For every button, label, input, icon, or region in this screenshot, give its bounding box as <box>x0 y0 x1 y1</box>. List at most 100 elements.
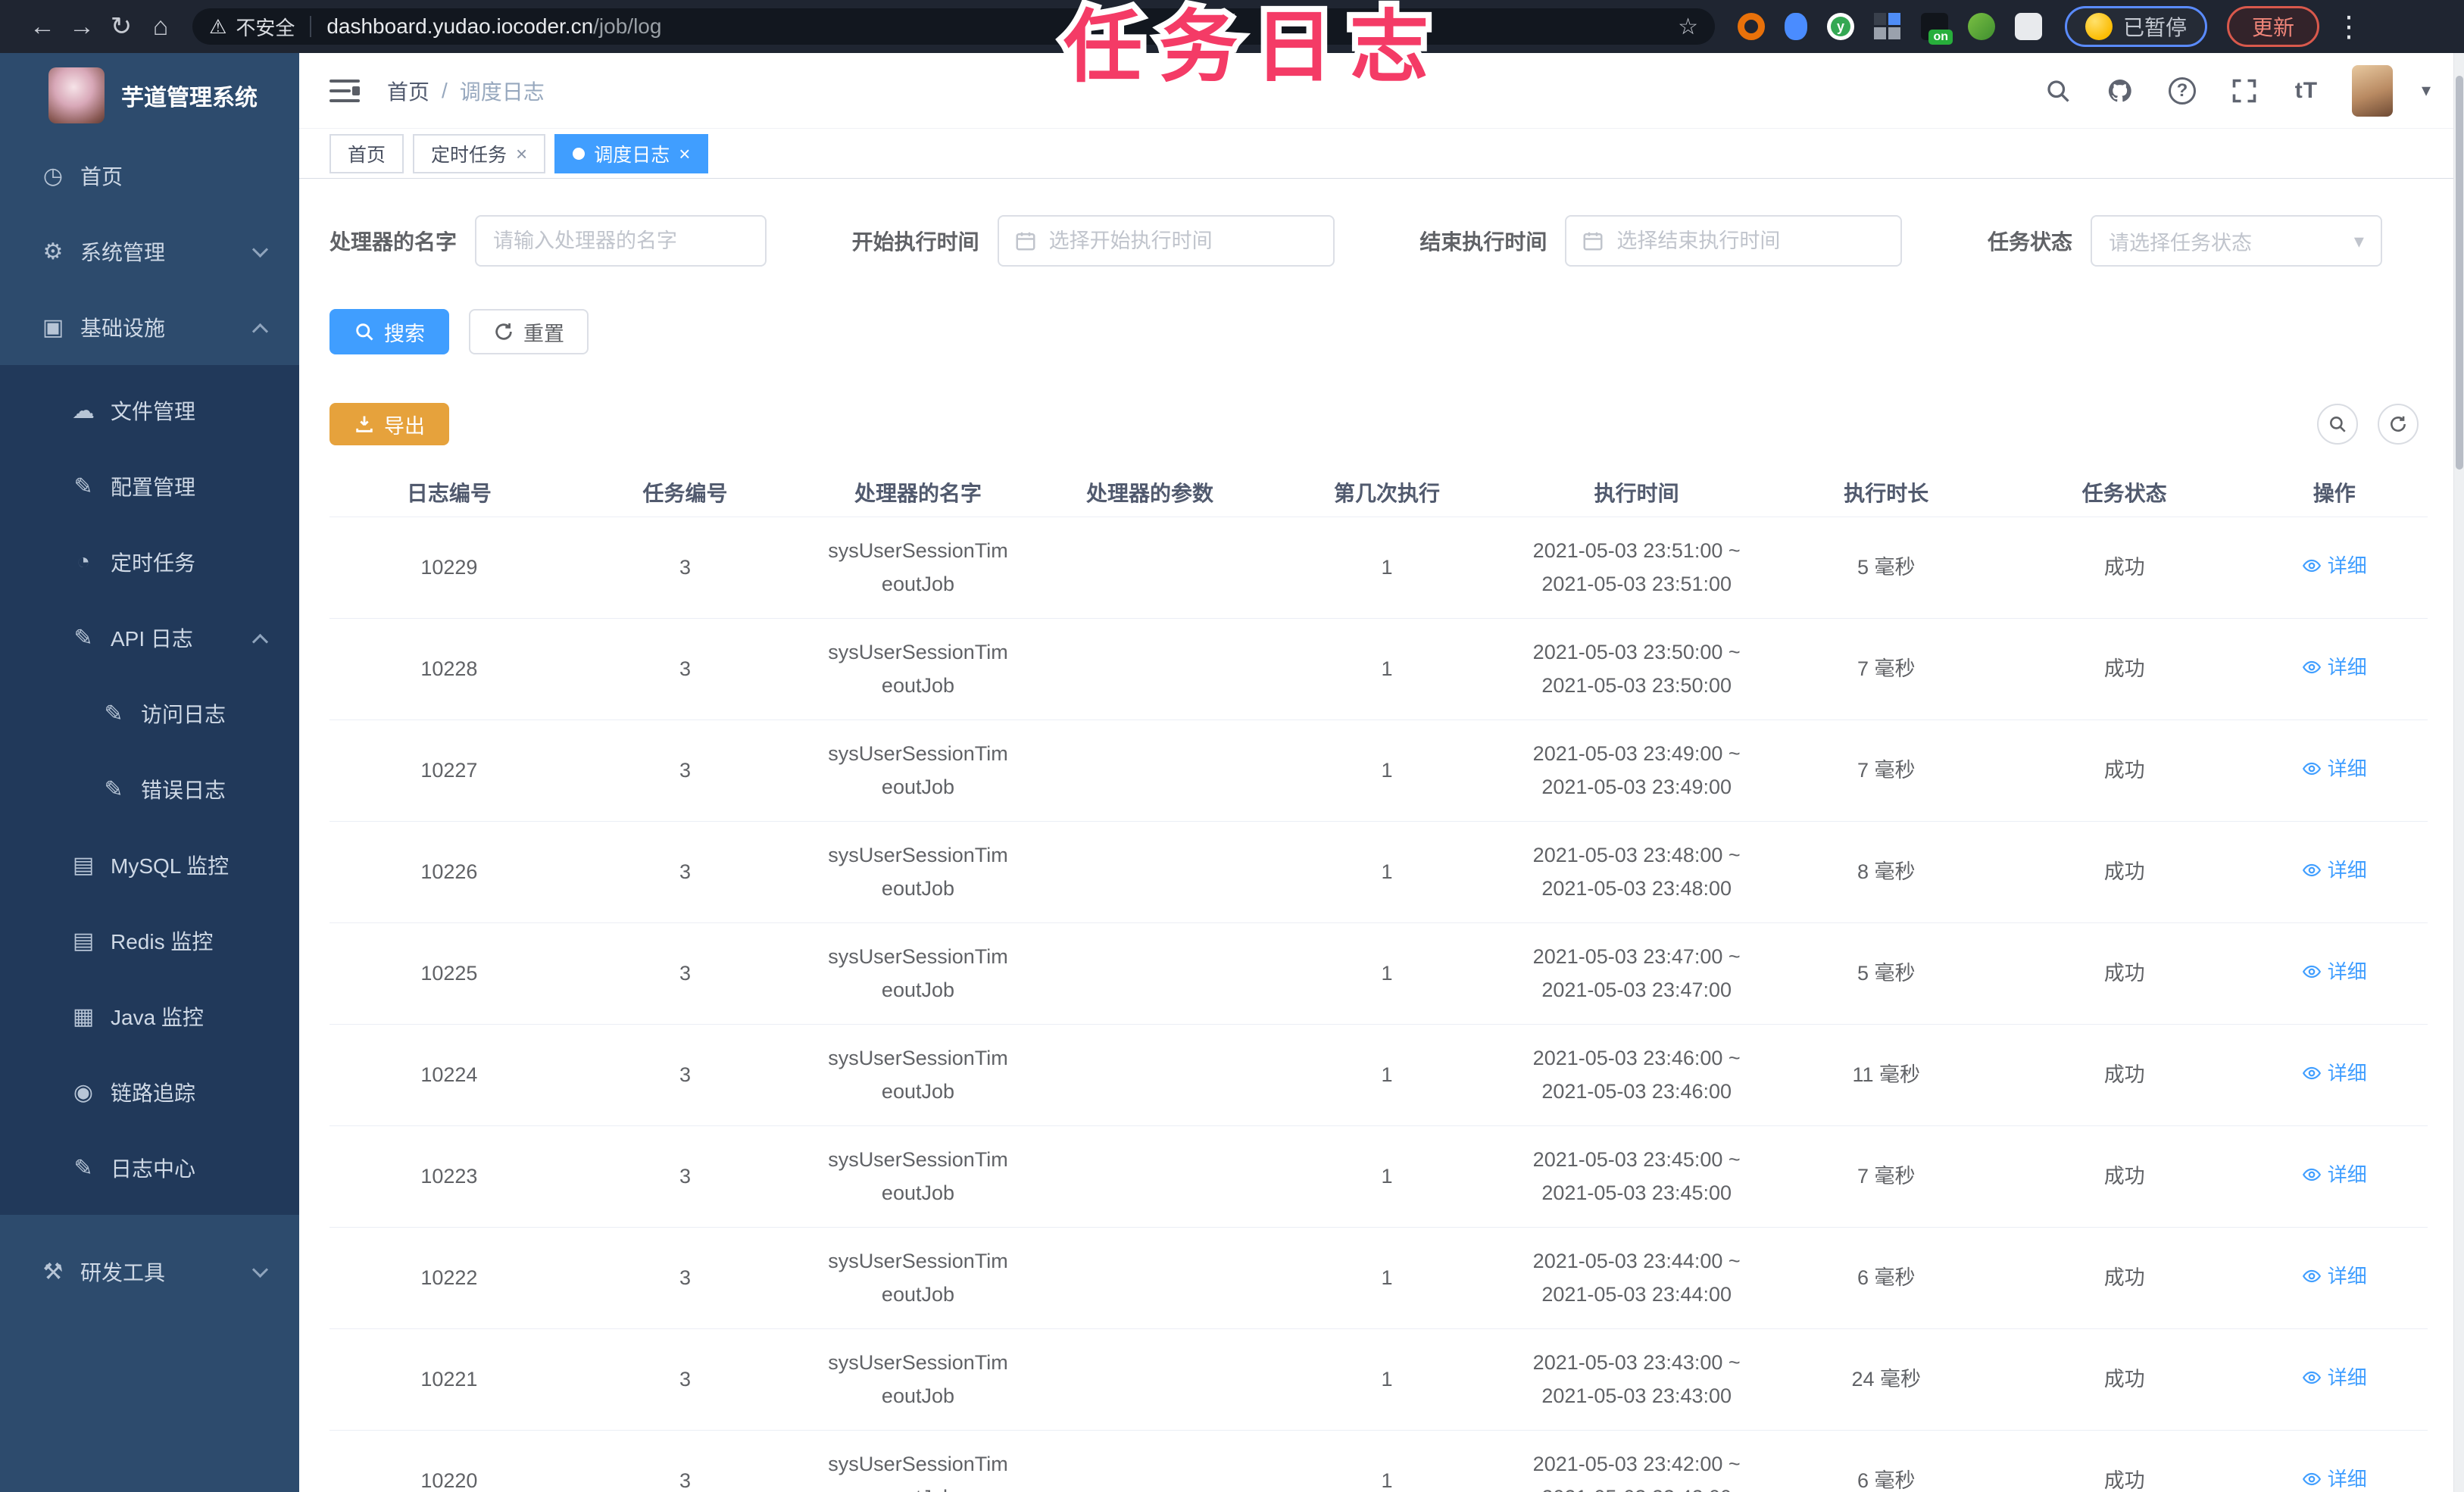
extension-green-icon[interactable]: y <box>1827 13 1854 40</box>
cell-execute-time: 2021-05-03 23:47:00 ~2021-05-03 23:47:00 <box>1508 922 1765 1025</box>
cell-actions: 详细 <box>2241 719 2428 822</box>
cell-duration: 7 毫秒 <box>1764 719 2008 822</box>
forward-icon[interactable]: → <box>62 0 101 53</box>
search-button[interactable]: 搜索 <box>329 309 449 354</box>
cell-actions: 详细 <box>2241 1430 2428 1492</box>
refresh-table-button[interactable] <box>2378 404 2419 445</box>
detail-link[interactable]: 详细 <box>2302 752 2367 785</box>
sidebar-item-error-log[interactable]: ✎ 错误日志 <box>0 751 299 827</box>
cell-job-id: 3 <box>568 1227 802 1329</box>
hamburger-icon[interactable] <box>329 78 360 104</box>
breadcrumb-home[interactable]: 首页 <box>387 76 429 106</box>
update-button[interactable]: 更新 <box>2227 6 2320 47</box>
cell-log-id: 10222 <box>329 1227 569 1329</box>
cell-actions: 详细 <box>2241 922 2428 1025</box>
cell-log-id: 10221 <box>329 1328 569 1431</box>
detail-link[interactable]: 详细 <box>2302 955 2367 988</box>
close-icon[interactable]: × <box>516 144 527 164</box>
extension-bulb-icon[interactable] <box>1785 13 1807 40</box>
col-actions: 操作 <box>2241 468 2428 517</box>
tab-home[interactable]: 首页 <box>329 133 404 173</box>
detail-link[interactable]: 详细 <box>2302 854 2367 887</box>
home-icon[interactable]: ⌂ <box>141 0 180 53</box>
cell-log-id: 10229 <box>329 517 569 619</box>
sidebar-item-access-log[interactable]: ✎ 访问日志 <box>0 676 299 751</box>
avatar-caret-icon[interactable]: ▾ <box>2422 80 2431 101</box>
detail-link[interactable]: 详细 <box>2302 1057 2367 1090</box>
cell-job-id: 3 <box>568 719 802 822</box>
cell-param <box>1034 1227 1266 1329</box>
handler-name-input[interactable] <box>476 217 766 265</box>
github-icon[interactable] <box>2103 74 2137 108</box>
header-actions: ? tT ▾ <box>2041 64 2431 117</box>
detail-link[interactable]: 详细 <box>2302 1361 2367 1394</box>
extension-grid-icon[interactable] <box>1874 13 1901 40</box>
export-button[interactable]: 导出 <box>329 403 449 445</box>
browser-menu-icon[interactable]: ⋮ <box>2334 10 2363 44</box>
begin-time-input[interactable] <box>998 217 1333 265</box>
help-icon[interactable]: ? <box>2166 74 2199 108</box>
sidebar-item-home[interactable]: ◷ 首页 <box>0 138 299 214</box>
handler-name-label: 处理器的名字 <box>329 230 458 254</box>
detail-link[interactable]: 详细 <box>2302 1462 2367 1492</box>
sidebar-item-infra[interactable]: ▣ 基础设施 <box>0 289 299 365</box>
cell-handler: sysUserSessionTimeoutJob <box>801 719 1035 822</box>
sidebar-item-system[interactable]: ⚙ 系统管理 <box>0 214 299 289</box>
user-avatar[interactable] <box>2351 64 2393 117</box>
extension-leaf-icon[interactable] <box>1968 13 1995 40</box>
extensions-puzzle-icon[interactable] <box>2015 13 2042 40</box>
detail-link[interactable]: 详细 <box>2302 651 2367 684</box>
extension-on-icon[interactable]: on <box>1921 13 1953 45</box>
cell-log-id: 10224 <box>329 1024 569 1126</box>
edit-icon: ✎ <box>73 1155 93 1181</box>
detail-link[interactable]: 详细 <box>2302 1158 2367 1191</box>
scrollbar-thumb[interactable] <box>2456 76 2463 470</box>
sidebar-item-devtools[interactable]: ⚒ 研发工具 <box>0 1234 299 1309</box>
toggle-search-button[interactable] <box>2317 404 2358 445</box>
tab-job-log[interactable]: 调度日志 × <box>554 133 709 173</box>
detail-link[interactable]: 详细 <box>2302 549 2367 582</box>
table-row: 10223 3 sysUserSessionTimeoutJob 1 2021-05-0… <box>329 1125 2428 1228</box>
cell-duration: 6 毫秒 <box>1764 1430 2008 1492</box>
breadcrumb: 首页 / 调度日志 <box>387 76 545 106</box>
sidebar-item-job[interactable]: ◔ 定时任务 <box>0 524 299 600</box>
address-bar[interactable]: ⚠ 不安全 dashboard.yudao.iocoder.cn /job/lo… <box>192 8 1715 45</box>
profile-paused-badge[interactable]: 已暂停 <box>2065 6 2208 47</box>
sidebar-item-java[interactable]: ▦ Java 监控 <box>0 979 299 1054</box>
chevron-up-icon <box>251 633 269 651</box>
bookmark-star-icon[interactable]: ☆ <box>1678 14 1698 40</box>
tab-job[interactable]: 定时任务 × <box>413 133 546 173</box>
status-label: 任务状态 <box>1987 230 2072 254</box>
sidebar-item-log-center[interactable]: ✎ 日志中心 <box>0 1130 299 1206</box>
back-icon[interactable]: ← <box>23 0 62 53</box>
reset-button[interactable]: 重置 <box>469 309 589 354</box>
breadcrumb-separator: / <box>442 78 448 102</box>
extension-orange-icon[interactable] <box>1738 13 1765 40</box>
fullscreen-icon[interactable] <box>2228 74 2261 108</box>
not-secure-icon: ⚠ <box>209 14 227 38</box>
sidebar-item-redis[interactable]: ▤ Redis 监控 <box>0 903 299 979</box>
font-size-icon[interactable]: tT <box>2290 74 2323 108</box>
search-icon[interactable] <box>2041 74 2075 108</box>
sidebar-item-api-log[interactable]: ✎ API 日志 <box>0 600 299 676</box>
sidebar-item-file[interactable]: ☁ 文件管理 <box>0 373 299 448</box>
app-logo-row[interactable]: 芋道管理系统 <box>0 53 299 138</box>
begin-time-label: 开始执行时间 <box>851 230 979 254</box>
cell-execute-time: 2021-05-03 23:46:00 ~2021-05-03 23:46:00 <box>1508 1024 1765 1126</box>
sidebar-item-config[interactable]: ✎ 配置管理 <box>0 448 299 524</box>
table-toolbar: 导出 <box>329 403 2428 445</box>
sidebar-item-trace[interactable]: ◉ 链路追踪 <box>0 1054 299 1130</box>
detail-link[interactable]: 详细 <box>2302 1259 2367 1293</box>
sidebar-item-mysql[interactable]: ▤ MySQL 监控 <box>0 827 299 903</box>
cell-status: 成功 <box>2007 1328 2241 1431</box>
status-select[interactable]: 请选择任务状态 ▾ <box>2090 215 2382 267</box>
reload-icon[interactable]: ↻ <box>101 0 141 53</box>
close-icon[interactable]: × <box>679 144 690 164</box>
cell-job-id: 3 <box>568 922 802 1025</box>
end-time-input[interactable] <box>1566 217 1901 265</box>
eye-icon <box>2302 1371 2321 1384</box>
cell-job-id: 3 <box>568 517 802 619</box>
col-handler-name: 处理器的名字 <box>801 468 1035 517</box>
scrollbar[interactable] <box>2453 53 2464 1492</box>
edit-icon: ✎ <box>104 701 123 726</box>
